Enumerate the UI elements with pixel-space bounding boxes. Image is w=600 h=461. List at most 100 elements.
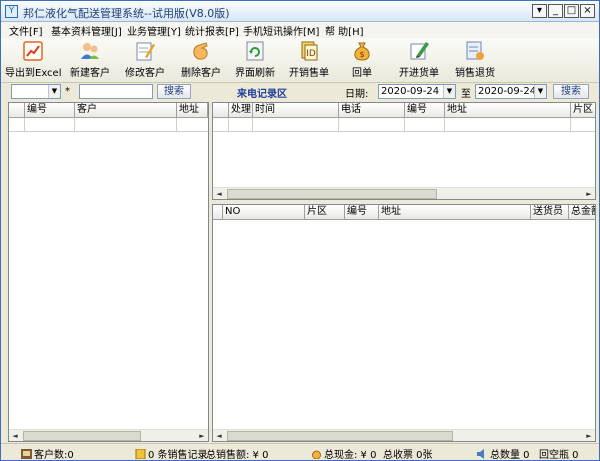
app-icon: Y (5, 5, 18, 18)
call-records-grid: 处理 时间 电话 编号 地址 片区 ◄ ► (212, 102, 596, 200)
main-window: Y 邦仁液化气配送管理系统--试用版(V8.0版) ▾ _ □ × 文件[F] … (0, 0, 600, 461)
order-header-no[interactable]: NO (223, 205, 305, 220)
to-label: 至 (461, 89, 471, 100)
close-button[interactable]: × (580, 4, 595, 18)
order-header-total[interactable]: 总金额 (569, 205, 595, 220)
receipt-button[interactable]: $ 回单 (345, 40, 379, 79)
call-grid-header: 处理 时间 电话 编号 地址 片区 (213, 103, 595, 118)
menu-sms[interactable]: 手机短讯操作[M] (243, 23, 319, 38)
status-total-cash: 总现金: ¥ 0 (311, 446, 376, 461)
menu-dropdown-button[interactable]: ▾ (532, 4, 547, 18)
table-row[interactable] (213, 118, 595, 132)
date-label: 日期: (345, 89, 369, 100)
records-icon (135, 449, 146, 459)
speaker-icon (477, 449, 484, 459)
edit-customer-icon (136, 42, 155, 61)
row-indicator-header (213, 205, 223, 220)
call-header-id[interactable]: 编号 (405, 103, 445, 118)
date-to-picker[interactable]: 2020-09-24 ▼ (475, 84, 547, 99)
call-header-phone[interactable]: 电话 (339, 103, 405, 118)
order-header-courier[interactable]: 送货员 (531, 205, 569, 220)
menu-basic-data[interactable]: 基本资料管理[J] (51, 23, 122, 38)
sales-order-button[interactable]: ID 开销售单 (287, 40, 331, 79)
scroll-left-arrow-icon[interactable]: ◄ (213, 188, 225, 200)
call-header-address[interactable]: 地址 (445, 103, 571, 118)
scroll-right-arrow-icon[interactable]: ► (583, 188, 595, 200)
call-header-time[interactable]: 时间 (253, 103, 339, 118)
refresh-icon (246, 41, 264, 61)
customer-header-customer[interactable]: 客户 (75, 103, 177, 118)
menu-bar: 文件[F] 基本资料管理[J] 业务管理[Y] 统计报表[P] 手机短讯操作[M… (1, 22, 599, 38)
excel-chart-icon (23, 41, 43, 61)
svg-text:ID: ID (306, 49, 316, 59)
menu-business[interactable]: 业务管理[Y] (127, 23, 181, 38)
title-bar[interactable]: Y 邦仁液化气配送管理系统--试用版(V8.0版) ▾ _ □ × (1, 1, 599, 22)
customer-header-id[interactable]: 编号 (25, 103, 75, 118)
scroll-right-arrow-icon[interactable]: ► (196, 430, 208, 442)
cash-bag-icon (312, 450, 321, 459)
scroll-left-arrow-icon[interactable]: ◄ (9, 430, 21, 442)
scroll-left-arrow-icon[interactable]: ◄ (213, 430, 225, 442)
sales-return-button[interactable]: 销售退货 (453, 40, 497, 79)
maximize-button[interactable]: □ (564, 4, 579, 18)
call-header-handle[interactable]: 处理 (229, 103, 253, 118)
customer-grid-header: 编号 客户 地址 (9, 103, 208, 118)
sales-return-icon (466, 41, 484, 60)
purchase-order-icon (410, 42, 429, 60)
chevron-down-icon: ▼ (48, 85, 60, 98)
menu-reports[interactable]: 统计报表[P] (185, 23, 239, 38)
customer-horizontal-scrollbar[interactable]: ◄ ► (9, 429, 208, 441)
toolbar: 导出到Excel 新建客户 修改客户 删除客户 界面刷新 ID 开销售单 $ 回… (1, 38, 599, 83)
scroll-thumb[interactable] (227, 431, 453, 441)
scroll-thumb[interactable] (23, 431, 141, 441)
scroll-right-arrow-icon[interactable]: ► (583, 430, 595, 442)
status-total-tickets: 总收票 0张 (383, 450, 433, 461)
status-empty-returns: 回空瓶 0 (539, 450, 579, 461)
status-records: 0 条销售记录 (135, 446, 208, 461)
scroll-thumb[interactable] (227, 189, 437, 199)
money-bag-icon: $ (354, 42, 370, 61)
status-customers: 客户数:0 (21, 446, 74, 461)
chevron-down-icon: ▼ (443, 85, 455, 98)
search-button-right[interactable]: 搜索 (553, 84, 589, 99)
menu-help[interactable]: 帮 助[H] (325, 23, 364, 38)
new-customer-button[interactable]: 新建客户 (67, 40, 113, 79)
delete-customer-button[interactable]: 删除客户 (179, 40, 223, 79)
filter-bar: ▼ * 搜索 来电记录区 日期: 2020-09-24 ▼ 至 2020-09-… (1, 83, 599, 101)
search-button-left[interactable]: 搜索 (157, 84, 191, 99)
customer-header-address[interactable]: 地址 (177, 103, 208, 118)
delete-customer-icon (193, 42, 208, 60)
menu-file[interactable]: 文件[F] (9, 23, 43, 38)
chevron-down-icon: ▼ (534, 85, 546, 98)
refresh-button[interactable]: 界面刷新 (233, 40, 277, 79)
row-indicator-header (9, 103, 25, 118)
purchase-order-button[interactable]: 开进货单 (397, 40, 441, 79)
order-grid: NO 片区 编号 地址 送货员 总金额 ◄ ► (212, 204, 596, 442)
new-customer-icon (81, 43, 99, 59)
customer-search-input[interactable] (79, 84, 153, 99)
call-header-district[interactable]: 片区 (571, 103, 595, 118)
row-indicator-header (213, 103, 229, 118)
call-horizontal-scrollbar[interactable]: ◄ ► (213, 187, 595, 199)
table-row[interactable] (9, 118, 208, 132)
customers-icon (21, 449, 32, 459)
order-header-id[interactable]: 编号 (345, 205, 379, 220)
order-header-address[interactable]: 地址 (379, 205, 531, 220)
window-title: 邦仁液化气配送管理系统--试用版(V8.0版) (23, 7, 230, 20)
edit-customer-button[interactable]: 修改客户 (123, 40, 167, 79)
asterisk-label: * (65, 86, 70, 97)
order-grid-header: NO 片区 编号 地址 送货员 总金额 (213, 205, 595, 220)
export-excel-button[interactable]: 导出到Excel (5, 40, 62, 79)
status-bar: 客户数:0 0 条销售记录 总销售额: ¥ 0 总现金: ¥ 0 总收票 0张 … (1, 443, 599, 461)
minimize-button[interactable]: _ (548, 4, 563, 18)
call-records-title: 来电记录区 (237, 89, 287, 100)
customer-field-combo[interactable]: ▼ (11, 84, 61, 99)
svg-text:$: $ (359, 50, 364, 59)
order-header-district[interactable]: 片区 (305, 205, 345, 220)
date-from-picker[interactable]: 2020-09-24 ▼ (378, 84, 456, 99)
status-total-qty: 总数量 0 (477, 446, 530, 461)
order-horizontal-scrollbar[interactable]: ◄ ► (213, 429, 595, 441)
sales-order-icon: ID (301, 41, 318, 61)
status-total-sales: 总销售额: ¥ 0 (206, 450, 269, 461)
customer-grid: 编号 客户 地址 ◄ ► (8, 102, 209, 442)
